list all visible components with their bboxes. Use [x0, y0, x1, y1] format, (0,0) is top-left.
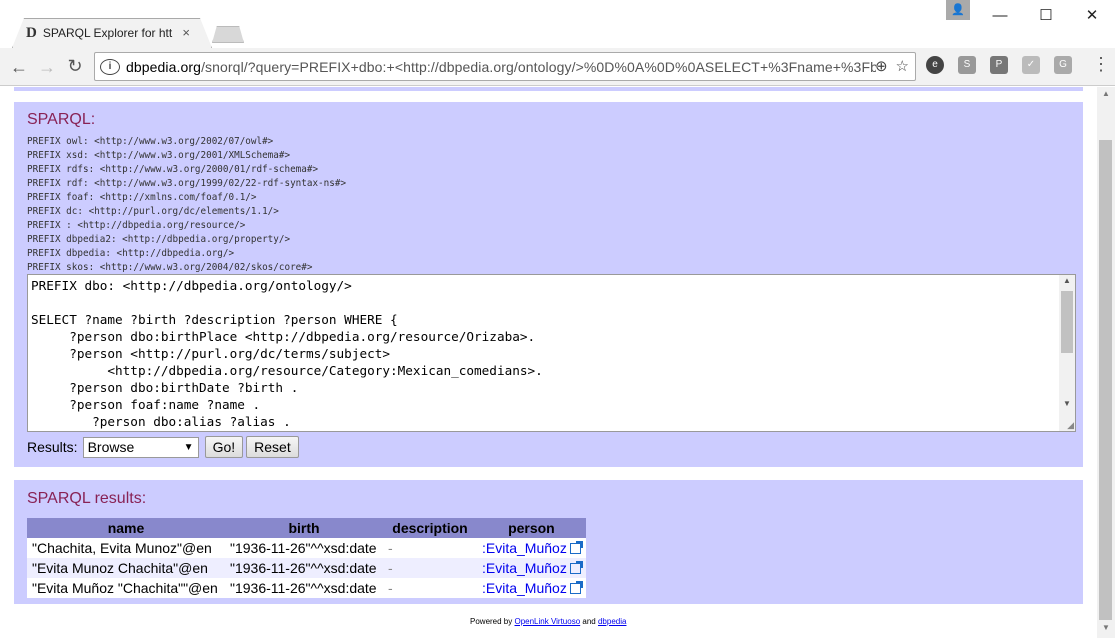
virtuoso-link[interactable]: OpenLink Virtuoso [514, 617, 580, 626]
scroll-up-arrow-icon[interactable]: ▲ [1059, 276, 1075, 285]
extension-e-icon[interactable]: e [926, 56, 944, 74]
window-close-button[interactable]: ✕ [1069, 0, 1115, 30]
page-scroll-up-icon[interactable]: ▲ [1097, 89, 1115, 103]
reload-icon[interactable]: ↻ [64, 56, 86, 77]
person-link[interactable]: :Evita_Muñoz [482, 560, 567, 576]
tab-close-icon[interactable]: × [182, 25, 190, 40]
zoom-icon[interactable]: ⊕ [875, 57, 888, 75]
cell-name: "Evita Muñoz "Chachita""@en [27, 578, 225, 598]
browser-tab[interactable]: D SPARQL Explorer for http × [12, 18, 212, 48]
cell-name: "Chachita, Evita Munoz"@en [27, 538, 225, 558]
new-tab-button[interactable] [212, 26, 244, 43]
page-scroll-thumb[interactable] [1099, 140, 1112, 620]
resize-handle-icon[interactable]: ◢ [1067, 420, 1074, 431]
table-row: "Evita Muñoz "Chachita""@en "1936-11-26"… [27, 578, 586, 598]
results-format-select[interactable]: Browse ▼ [82, 436, 199, 458]
prefix-list: PREFIX owl: <http://www.w3.org/2002/07/o… [27, 136, 347, 273]
cell-description: - [383, 558, 477, 578]
cell-birth: "1936-11-26"^^xsd:date [225, 558, 383, 578]
person-link[interactable]: :Evita_Muñoz [482, 540, 567, 556]
results-label: Results: [27, 439, 78, 455]
results-title: SPARQL results: [27, 490, 147, 507]
reset-button[interactable]: Reset [246, 436, 299, 458]
extension-g-icon[interactable]: G [1054, 56, 1072, 74]
external-link-icon[interactable] [569, 541, 583, 554]
footer-prefix: Powered by [470, 617, 513, 626]
column-header-name: name [27, 518, 225, 538]
forward-arrow-icon[interactable]: → [36, 57, 58, 78]
table-row: "Evita Munoz Chachita"@en "1936-11-26"^^… [27, 558, 586, 578]
site-info-icon[interactable]: i [100, 58, 120, 75]
footer-and: and [582, 617, 596, 626]
page-scroll-down-icon[interactable]: ▼ [1097, 623, 1115, 632]
address-bar[interactable]: i dbpedia.org/snorql/?query=PREFIX+dbo:+… [94, 52, 916, 81]
external-link-icon[interactable] [569, 561, 583, 574]
page-top-band [14, 87, 1083, 91]
go-button[interactable]: Go! [204, 436, 244, 458]
query-controls: Results: Browse ▼ Go! Reset [27, 436, 302, 458]
page-scrollbar[interactable]: ▲ ▼ [1097, 87, 1115, 638]
cell-person: :Evita_Muñoz [477, 538, 586, 558]
browser-menu-icon[interactable]: ⋮ [1092, 54, 1110, 75]
column-header-birth: birth [225, 518, 383, 538]
sparql-query-section: SPARQL: PREFIX owl: <http://www.w3.org/2… [14, 102, 1083, 467]
sparql-title: SPARQL: [27, 111, 96, 128]
cell-name: "Evita Munoz Chachita"@en [27, 558, 225, 578]
column-header-description: description [383, 518, 477, 538]
dropdown-caret-icon: ▼ [183, 441, 194, 453]
results-header-row: name birth description person [27, 518, 586, 538]
browser-titlebar: D SPARQL Explorer for http × 👤 — ☐ ✕ [0, 0, 1115, 48]
cell-description: - [383, 538, 477, 558]
query-scroll-thumb[interactable] [1061, 291, 1073, 353]
person-link[interactable]: :Evita_Muñoz [482, 580, 567, 596]
page-content: SPARQL: PREFIX owl: <http://www.w3.org/2… [0, 87, 1097, 638]
scroll-down-arrow-icon[interactable]: ▼ [1059, 399, 1075, 408]
cell-person: :Evita_Muñoz [477, 578, 586, 598]
cell-birth: "1936-11-26"^^xsd:date [225, 578, 383, 598]
cell-person: :Evita_Muñoz [477, 558, 586, 578]
column-header-person: person [477, 518, 586, 538]
tab-title: SPARQL Explorer for http [42, 26, 173, 40]
results-format-value: Browse [87, 439, 135, 455]
user-profile-icon[interactable]: 👤 [946, 0, 970, 20]
query-scrollbar[interactable]: ▲ ▼ [1059, 275, 1075, 431]
external-link-icon[interactable] [569, 581, 583, 594]
cell-birth: "1936-11-26"^^xsd:date [225, 538, 383, 558]
window-minimize-button[interactable]: — [977, 0, 1023, 30]
dbpedia-favicon-icon: D [26, 24, 37, 41]
results-table: name birth description person "Chachita,… [27, 518, 586, 598]
page-footer: Powered by OpenLink Virtuoso and dbpedia [470, 617, 626, 626]
window-maximize-button[interactable]: ☐ [1023, 0, 1069, 30]
table-row: "Chachita, Evita Munoz"@en "1936-11-26"^… [27, 538, 586, 558]
address-bar-url[interactable]: dbpedia.org/snorql/?query=PREFIX+dbo:+<h… [126, 59, 876, 75]
bookmark-star-icon[interactable]: ☆ [896, 57, 909, 75]
back-arrow-icon[interactable]: ← [8, 57, 30, 78]
query-textarea[interactable]: PREFIX dbo: <http://dbpedia.org/ontology… [27, 274, 1076, 432]
cell-description: - [383, 578, 477, 598]
extension-pen-icon[interactable]: ✓ [1022, 56, 1040, 74]
sparql-results-section: SPARQL results: name birth description p… [14, 480, 1083, 604]
extension-skype-icon[interactable]: S [958, 56, 976, 74]
extension-pocket-icon[interactable]: P [990, 56, 1008, 74]
dbpedia-link[interactable]: dbpedia [598, 617, 626, 626]
query-text[interactable]: PREFIX dbo: <http://dbpedia.org/ontology… [31, 277, 543, 430]
